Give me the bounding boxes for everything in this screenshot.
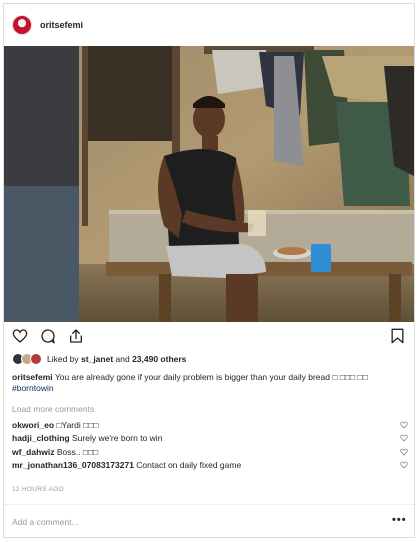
share-icon[interactable] <box>68 328 84 344</box>
caption-text: You are already gone if your daily probl… <box>52 372 368 382</box>
post-username[interactable]: oritsefemi <box>40 20 83 30</box>
divider <box>4 504 414 505</box>
load-more-comments[interactable]: Load more comments <box>12 404 94 414</box>
likes-count[interactable]: 23,490 others <box>132 354 186 364</box>
post-card: oritsefemi Liked by st_janet and 23,490 … <box>3 3 415 538</box>
post-photo-image <box>4 46 414 322</box>
likes-row: Liked by st_janet and 23,490 others <box>12 352 186 366</box>
bookmark-icon[interactable] <box>390 328 405 344</box>
caption-username[interactable]: oritsefemi <box>12 372 53 382</box>
heart-icon[interactable] <box>400 421 408 429</box>
action-bar <box>4 324 414 352</box>
add-comment-input[interactable]: Add a comment... <box>12 517 79 527</box>
likes-prefix: Liked by <box>47 354 82 364</box>
profile-avatar[interactable] <box>12 15 32 35</box>
likes-text: Liked by st_janet and 23,490 others <box>47 354 186 364</box>
comment-row: mr_jonathan136_07083173271 Contact on da… <box>12 459 408 473</box>
heart-icon[interactable] <box>400 461 408 469</box>
post-caption: oritsefemi You are already gone if your … <box>12 372 408 394</box>
heart-icon[interactable] <box>400 434 408 442</box>
comment-icon[interactable] <box>40 328 56 344</box>
comment-body: okwori_eo □Yardi □□□ <box>12 420 99 430</box>
comment-row: hadji_clothing Surely we're born to win <box>12 432 408 446</box>
comment-text: □Yardi □□□ <box>54 419 99 430</box>
post-photo[interactable] <box>4 46 414 322</box>
comment-body: mr_jonathan136_07083173271 Contact on da… <box>12 460 241 470</box>
comment-row: okwori_eo □Yardi □□□ <box>12 418 408 432</box>
caption-hashtag[interactable]: #borntowin <box>12 383 54 393</box>
comment-username[interactable]: wf_dahwiz <box>12 447 55 457</box>
comment-username[interactable]: okwori_eo <box>12 420 54 430</box>
comment-text: Contact on daily fixed game <box>133 460 242 471</box>
comments-list: okwori_eo □Yardi □□□ hadji_clothing Sure… <box>12 418 408 472</box>
heart-icon[interactable] <box>12 328 28 344</box>
comment-body: hadji_clothing Surely we're born to win <box>12 433 162 443</box>
comment-text: Boss.. □□□ <box>54 446 99 457</box>
comment-text: Surely we're born to win <box>69 433 163 444</box>
more-icon[interactable]: ••• <box>392 514 407 526</box>
comment-body: wf_dahwiz Boss.. □□□ <box>12 447 98 457</box>
liked-by-user[interactable]: st_janet <box>81 354 113 364</box>
post-timestamp[interactable]: 12 HOURS AGO <box>12 486 64 493</box>
post-header: oritsefemi <box>4 4 414 46</box>
comment-username[interactable]: hadji_clothing <box>12 433 70 443</box>
likes-middle: and <box>113 354 133 364</box>
comment-row: wf_dahwiz Boss.. □□□ <box>12 445 408 459</box>
comment-username[interactable]: mr_jonathan136_07083173271 <box>12 460 134 470</box>
heart-icon[interactable] <box>400 448 408 456</box>
liker-avatar[interactable] <box>30 353 42 365</box>
